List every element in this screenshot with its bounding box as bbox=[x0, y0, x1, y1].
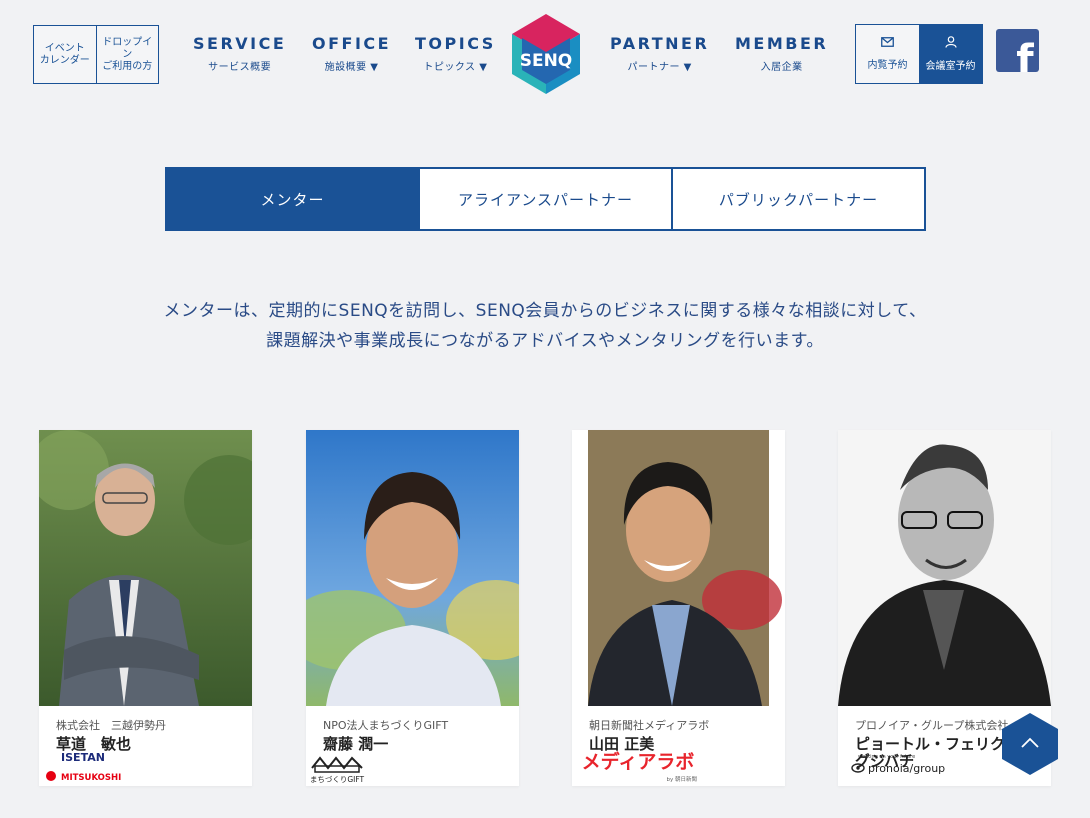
meeting-room-reservation-label: 会議室予約 bbox=[925, 61, 976, 72]
nav-office[interactable]: OFFICE 施設概要 ▼ bbox=[312, 34, 391, 73]
nav-topics[interactable]: TOPICS トピックス ▼ bbox=[415, 34, 496, 73]
badge-line-1: メディアラボ bbox=[582, 750, 695, 773]
envelope-icon bbox=[881, 37, 894, 50]
logo-text: SENQ bbox=[520, 51, 573, 71]
mentor-company: 朝日新聞社メディアラボ bbox=[589, 719, 710, 732]
nav-member-sub: 入居企業 bbox=[760, 62, 803, 73]
drop-in-label: ドロップイン ご利用の方 bbox=[102, 36, 153, 72]
user-icon bbox=[944, 36, 957, 51]
mentor-card[interactable]: メディアラボ by 朝日新聞 朝日新聞社メディアラボ 山田 正美 bbox=[572, 430, 785, 786]
mentor-name: 齋藤 潤一 bbox=[323, 735, 389, 753]
scroll-to-top-button[interactable] bbox=[1001, 712, 1059, 776]
nav-partner[interactable]: PARTNER パートナー ▼ bbox=[610, 34, 709, 73]
nav-topics-sub: トピックス ▼ bbox=[423, 62, 488, 73]
tab-mentor-label: メンター bbox=[260, 190, 325, 209]
nav-service[interactable]: SERVICE サービス概要 bbox=[193, 34, 286, 73]
mentor-name: 草道 敏也 bbox=[56, 735, 132, 753]
nav-partner-sub: パートナー ▼ bbox=[627, 62, 692, 73]
tab-public-partner[interactable]: パブリックパートナー bbox=[671, 169, 924, 229]
partner-category-tabs: メンター アライアンスパートナー パブリックパートナー bbox=[165, 167, 926, 231]
left-button-group: イベント カレンダー ドロップイン ご利用の方 bbox=[33, 25, 159, 84]
tour-reservation-button[interactable]: 内覧予約 bbox=[856, 25, 919, 83]
badge-line-2: by 朝日新聞 bbox=[667, 775, 698, 783]
mentor-photo bbox=[39, 430, 252, 706]
mentor-name: 山田 正美 bbox=[589, 735, 655, 753]
nav-service-label: SERVICE bbox=[193, 34, 287, 53]
right-button-group: 内覧予約 会議室予約 bbox=[855, 24, 983, 84]
mentor-photo bbox=[838, 430, 1051, 706]
mentor-company: 株式会社 三越伊勢丹 bbox=[56, 719, 166, 732]
mentor-photo bbox=[306, 430, 519, 706]
drop-in-button[interactable]: ドロップイン ご利用の方 bbox=[95, 26, 159, 83]
mentor-company: プロノイア・グループ株式会社 bbox=[855, 719, 1009, 732]
badge-line-1: まちづくりGIFT bbox=[310, 775, 365, 784]
mentor-card[interactable]: ISETAN MITSUKOSHI 株式会社 三越伊勢丹 草道 敏也 bbox=[39, 430, 252, 786]
nav-office-label: OFFICE bbox=[312, 34, 392, 53]
mentor-company: NPO法人まちづくりGIFT bbox=[323, 719, 449, 732]
badge-line-2: MITSUKOSHI bbox=[61, 773, 121, 783]
intro-line-1: メンターは、定期的にSENQを訪問し、SENQ会員からのビジネスに関する様々な相… bbox=[163, 301, 927, 321]
tab-alliance-partner[interactable]: アライアンスパートナー bbox=[418, 169, 671, 229]
intro-line-2: 課題解決や事業成長につながるアドバイスやメンタリングを行います。 bbox=[266, 331, 824, 351]
meeting-room-reservation-button[interactable]: 会議室予約 bbox=[919, 25, 982, 83]
tour-reservation-label: 内覧予約 bbox=[867, 60, 908, 71]
tab-public-partner-label: パブリックパートナー bbox=[718, 190, 879, 209]
nav-member[interactable]: MEMBER 入居企業 bbox=[735, 34, 828, 73]
nav-partner-label: PARTNER bbox=[610, 34, 710, 53]
nav-service-sub: サービス概要 bbox=[208, 62, 272, 73]
tab-mentor[interactable]: メンター bbox=[167, 169, 418, 229]
mentor-intro: メンターは、定期的にSENQを訪問し、SENQ会員からのビジネスに関する様々な相… bbox=[0, 296, 1090, 356]
facebook-icon[interactable]: f bbox=[996, 29, 1039, 72]
mentor-photo bbox=[572, 430, 785, 706]
event-calendar-button[interactable]: イベント カレンダー bbox=[34, 26, 96, 83]
nav-topics-label: TOPICS bbox=[415, 34, 496, 53]
mentor-card[interactable]: まちづくりGIFT NPO法人まちづくりGIFT 齋藤 潤一 bbox=[306, 430, 519, 786]
nav-office-sub: 施設概要 ▼ bbox=[324, 62, 379, 73]
nav-member-label: MEMBER bbox=[735, 34, 829, 53]
facebook-letter: f bbox=[1016, 37, 1034, 72]
event-calendar-label: イベント カレンダー bbox=[39, 42, 90, 66]
tab-alliance-partner-label: アライアンスパートナー bbox=[457, 190, 634, 209]
senq-logo[interactable]: SENQ bbox=[510, 14, 582, 94]
site-header: イベント カレンダー ドロップイン ご利用の方 SERVICE サービス概要 OFF… bbox=[0, 0, 1090, 100]
